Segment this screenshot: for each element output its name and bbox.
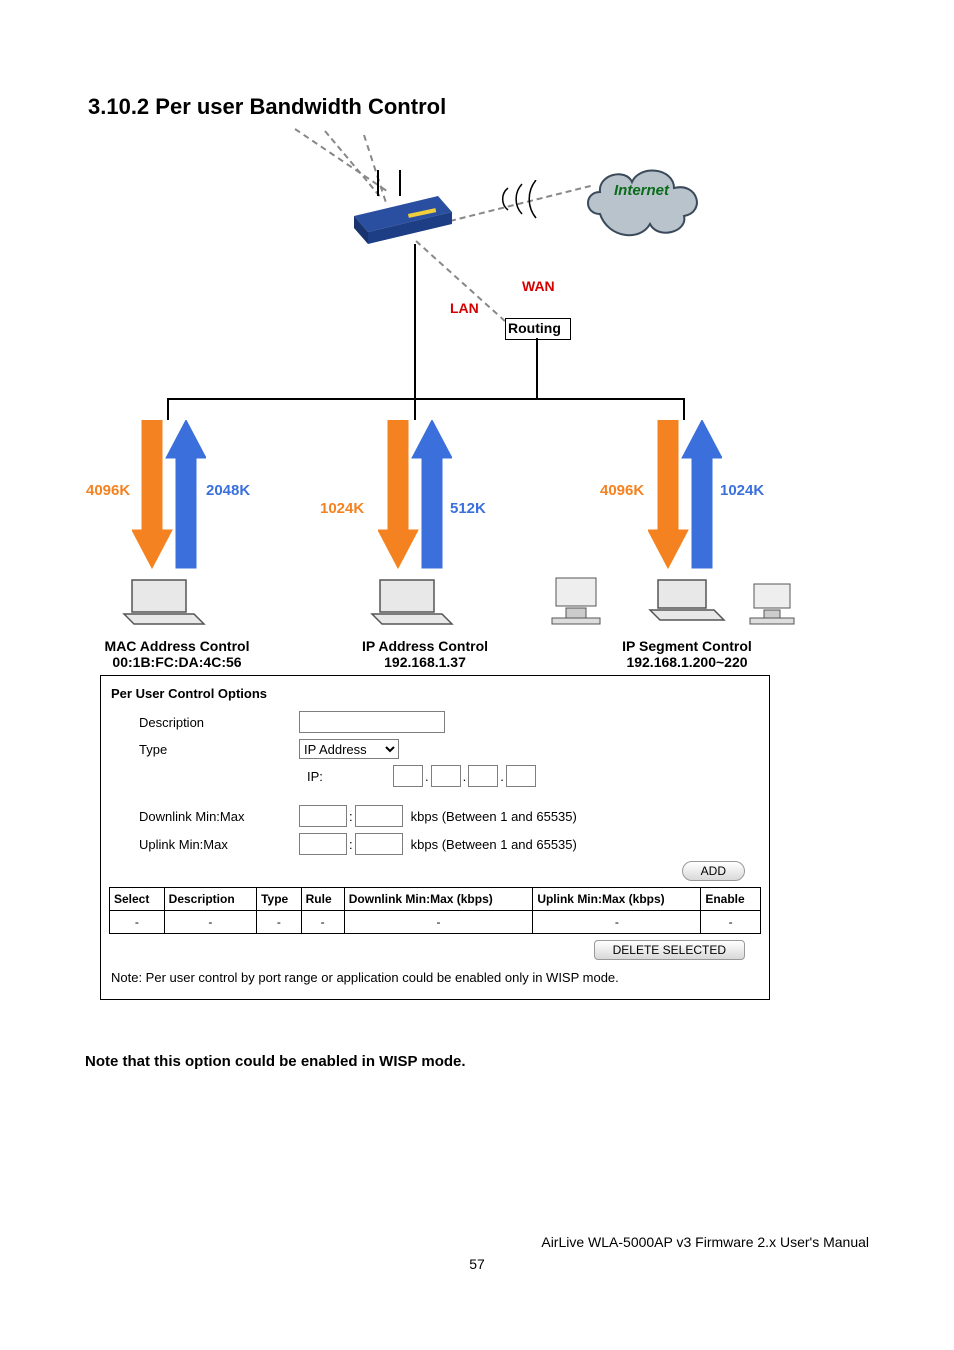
vline (683, 398, 685, 420)
ip-octet-2[interactable] (431, 765, 461, 787)
description-label: Description (139, 715, 299, 730)
arrow-pair-1 (132, 420, 206, 575)
table-row: - - - - - - - (110, 911, 761, 934)
ctrl2-value: 192.168.1.37 (336, 654, 514, 670)
signal-icon (500, 180, 560, 231)
uplink-max-input[interactable] (355, 833, 403, 855)
ctrl-block-2: IP Address Control 192.168.1.37 (336, 638, 514, 670)
panel-note: Note: Per user control by port range or … (111, 970, 761, 985)
ip-octet-3[interactable] (468, 765, 498, 787)
downlink-max-input[interactable] (355, 805, 403, 827)
ctrl-block-1: MAC Address Control 00:1B:FC:DA:4C:56 (88, 638, 266, 670)
ip-label: IP: (307, 769, 393, 784)
lan-label: LAN (450, 300, 479, 316)
per-user-options-panel: Per User Control Options Description Typ… (100, 675, 770, 1000)
ctrl1-title: MAC Address Control (88, 638, 266, 654)
desktop-icon (748, 582, 804, 637)
vline (536, 338, 538, 400)
routing-label: Routing (508, 320, 561, 336)
add-button[interactable]: ADD (682, 861, 745, 881)
laptop-icon (120, 574, 210, 637)
ctrl-block-3: IP Segment Control 192.168.1.200~220 (598, 638, 776, 670)
up-bw-1: 2048K (206, 482, 250, 499)
panel-title: Per User Control Options (111, 686, 761, 701)
router-icon (348, 170, 458, 253)
page-note: Note that this option could be enabled i… (85, 1053, 466, 1070)
downlink-min-input[interactable] (299, 805, 347, 827)
ctrl3-value: 192.168.1.200~220 (598, 654, 776, 670)
desktop-icon (548, 574, 610, 633)
vline (167, 398, 169, 420)
delete-selected-button[interactable]: DELETE SELECTED (594, 940, 745, 960)
ctrl3-title: IP Segment Control (598, 638, 776, 654)
arrow-pair-3 (648, 420, 722, 575)
down-bw-2: 1024K (320, 500, 364, 517)
uplink-min-input[interactable] (299, 833, 347, 855)
section-heading: 3.10.2 Per user Bandwidth Control (88, 94, 446, 120)
ip-octet-4[interactable] (506, 765, 536, 787)
laptop-icon (646, 574, 726, 633)
type-label: Type (139, 742, 299, 757)
up-bw-2: 512K (450, 500, 486, 517)
up-bw-3: 1024K (720, 482, 764, 499)
internet-label: Internet (614, 182, 669, 199)
col-uplink: Uplink Min:Max (kbps) (533, 888, 701, 911)
down-bw-3: 4096K (600, 482, 644, 499)
downlink-range-hint: kbps (Between 1 and 65535) (411, 809, 577, 824)
vline (414, 244, 416, 314)
ctrl1-value: 00:1B:FC:DA:4C:56 (88, 654, 266, 670)
footer-manual: AirLive WLA-5000AP v3 Firmware 2.x User'… (541, 1234, 869, 1250)
col-select: Select (110, 888, 165, 911)
col-downlink: Downlink Min:Max (kbps) (344, 888, 533, 911)
uplink-label: Uplink Min:Max (139, 837, 299, 852)
vline (414, 314, 416, 398)
down-bw-1: 4096K (86, 482, 130, 499)
uplink-range-hint: kbps (Between 1 and 65535) (411, 837, 577, 852)
col-description: Description (164, 888, 256, 911)
col-rule: Rule (301, 888, 344, 911)
internet-cloud-icon: Internet (580, 160, 710, 251)
arrow-pair-2 (378, 420, 452, 575)
laptop-icon (368, 574, 458, 637)
rules-table: Select Description Type Rule Downlink Mi… (109, 887, 761, 934)
ip-octet-1[interactable] (393, 765, 423, 787)
vline (414, 398, 416, 420)
type-select[interactable]: IP Address (299, 739, 399, 759)
downlink-label: Downlink Min:Max (139, 809, 299, 824)
ctrl2-title: IP Address Control (336, 638, 514, 654)
description-input[interactable] (299, 711, 445, 733)
col-type: Type (257, 888, 302, 911)
wan-label: WAN (522, 278, 555, 294)
page-number: 57 (0, 1256, 954, 1272)
col-enable: Enable (701, 888, 761, 911)
hline (167, 398, 683, 400)
